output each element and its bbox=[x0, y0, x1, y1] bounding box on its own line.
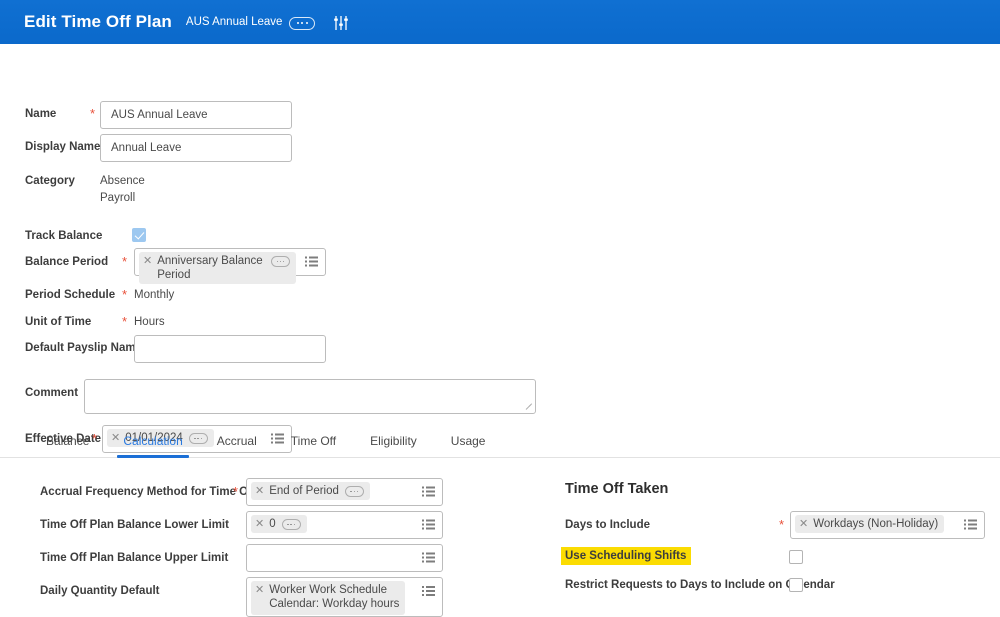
display-name-input-value: Annual Leave bbox=[111, 142, 182, 154]
remove-chip-icon[interactable]: ✕ bbox=[143, 254, 152, 268]
balance-period-chip-text: Anniversary Balance Period bbox=[157, 255, 263, 281]
days-to-include-menu-icon[interactable] bbox=[964, 519, 977, 531]
unit-of-time-value: Hours bbox=[134, 316, 165, 328]
balance-period-chip[interactable]: ✕ Anniversary Balance Period bbox=[139, 252, 296, 284]
name-label: Name bbox=[25, 108, 57, 120]
days-to-include-required-star: * bbox=[779, 517, 785, 532]
use-scheduling-shifts-label: Use Scheduling Shifts bbox=[561, 547, 692, 565]
period-schedule-value: Monthly bbox=[134, 289, 175, 301]
use-scheduling-shifts-label-text: Use Scheduling Shifts bbox=[561, 547, 692, 565]
accrual-frequency-required-star: * bbox=[233, 484, 239, 499]
comment-textarea[interactable] bbox=[84, 379, 536, 414]
chip-related-actions-icon[interactable] bbox=[271, 256, 290, 267]
display-name-input[interactable]: Annual Leave bbox=[100, 134, 292, 162]
category-value-payroll: Payroll bbox=[100, 192, 136, 204]
balance-period-label: Balance Period bbox=[25, 256, 109, 268]
lower-limit-chip-text: 0 bbox=[269, 518, 276, 530]
default-payslip-name-input[interactable] bbox=[134, 335, 326, 363]
chip-related-actions-icon[interactable] bbox=[281, 519, 301, 530]
balance-period-menu-icon[interactable] bbox=[305, 256, 318, 268]
related-actions-icon[interactable] bbox=[289, 16, 316, 30]
tab-eligibility[interactable]: Eligibility bbox=[370, 434, 417, 457]
days-to-include-chip[interactable]: ✕ Workdays (Non-Holiday) bbox=[795, 515, 945, 533]
track-balance-checkbox[interactable] bbox=[132, 228, 146, 242]
remove-chip-icon[interactable]: ✕ bbox=[255, 517, 264, 531]
upper-limit-menu-icon[interactable] bbox=[422, 552, 435, 564]
restrict-requests-checkbox[interactable] bbox=[789, 578, 803, 592]
tab-bar: Balance Calculation Accrual Time Off Eli… bbox=[0, 428, 1000, 458]
days-to-include-label: Days to Include bbox=[565, 519, 650, 531]
tab-usage[interactable]: Usage bbox=[451, 434, 486, 457]
name-required-star: * bbox=[90, 106, 96, 121]
daily-quantity-default-menu-icon[interactable] bbox=[422, 586, 435, 597]
accrual-frequency-chip[interactable]: ✕ End of Period bbox=[251, 482, 370, 500]
lower-limit-prompt[interactable]: ✕ 0 bbox=[246, 511, 443, 539]
tab-accrual[interactable]: Accrual bbox=[217, 434, 257, 457]
default-payslip-name-label: Default Payslip Name bbox=[25, 342, 142, 354]
tab-time-off[interactable]: Time Off bbox=[291, 434, 336, 457]
page-title: Edit Time Off Plan bbox=[24, 12, 172, 31]
category-label: Category bbox=[25, 175, 75, 187]
period-schedule-label: Period Schedule bbox=[25, 289, 116, 301]
daily-quantity-default-prompt[interactable]: ✕ Worker Work Schedule Calendar: Workday… bbox=[246, 577, 443, 617]
accrual-frequency-prompt[interactable]: ✕ End of Period bbox=[246, 478, 443, 506]
unit-of-time-label: Unit of Time bbox=[25, 316, 92, 328]
daily-quantity-default-label: Daily Quantity Default bbox=[40, 585, 160, 597]
days-to-include-chip-text: Workdays (Non-Holiday) bbox=[813, 518, 939, 530]
header-subtitle: AUS Annual Leave bbox=[185, 16, 283, 28]
time-off-taken-title: Time Off Taken bbox=[565, 481, 669, 497]
category-value-absence: Absence bbox=[100, 175, 145, 187]
accrual-frequency-chip-text: End of Period bbox=[269, 485, 339, 497]
name-input[interactable]: AUS Annual Leave bbox=[100, 101, 292, 129]
sliders-icon[interactable] bbox=[333, 14, 349, 32]
upper-limit-label: Time Off Plan Balance Upper Limit bbox=[40, 552, 229, 564]
daily-quantity-default-chip-text: Worker Work Schedule Calendar: Workday h… bbox=[269, 584, 400, 610]
unit-of-time-required-star: * bbox=[122, 314, 128, 329]
upper-limit-prompt[interactable] bbox=[246, 544, 443, 572]
lower-limit-menu-icon[interactable] bbox=[422, 519, 435, 531]
track-balance-label: Track Balance bbox=[25, 230, 103, 242]
balance-period-required-star: * bbox=[122, 254, 128, 269]
lower-limit-label: Time Off Plan Balance Lower Limit bbox=[40, 519, 229, 531]
app-header: Edit Time Off Plan AUS Annual Leave bbox=[0, 0, 1000, 44]
remove-chip-icon[interactable]: ✕ bbox=[255, 484, 264, 498]
balance-period-prompt[interactable]: ✕ Anniversary Balance Period bbox=[134, 248, 326, 284]
period-schedule-required-star: * bbox=[122, 287, 128, 302]
name-input-value: AUS Annual Leave bbox=[111, 109, 208, 121]
accrual-frequency-menu-icon[interactable] bbox=[422, 486, 435, 498]
remove-chip-icon[interactable]: ✕ bbox=[255, 583, 264, 597]
comment-label: Comment bbox=[25, 387, 79, 399]
lower-limit-chip[interactable]: ✕ 0 bbox=[251, 515, 307, 533]
tab-balance[interactable]: Balance bbox=[46, 434, 89, 457]
tab-calculation[interactable]: Calculation bbox=[117, 434, 190, 458]
remove-chip-icon[interactable]: ✕ bbox=[799, 517, 808, 531]
display-name-label: Display Name bbox=[25, 141, 101, 153]
chip-related-actions-icon[interactable] bbox=[344, 486, 364, 497]
use-scheduling-shifts-checkbox[interactable] bbox=[789, 550, 803, 564]
days-to-include-prompt[interactable]: ✕ Workdays (Non-Holiday) bbox=[790, 511, 985, 539]
